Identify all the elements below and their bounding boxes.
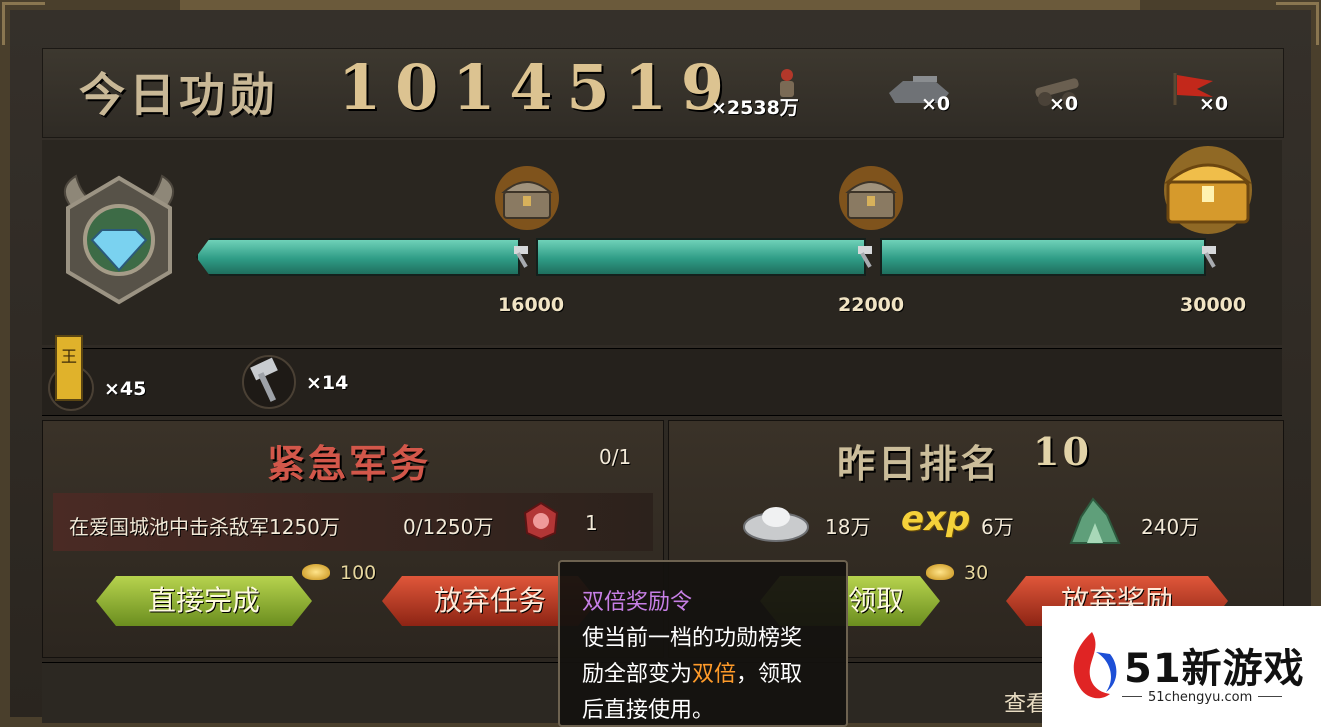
item-inventory-row bbox=[42, 348, 1282, 416]
milestone-value: 22000 bbox=[838, 294, 905, 316]
watermark-brand: 51新游戏 bbox=[1124, 646, 1305, 692]
resource-cannons: ×0 bbox=[1029, 78, 1119, 119]
double-reward-tooltip: 双倍奖励令 使当前一档的功勋榜奖 励全部变为双倍，领取 后直接使用。 bbox=[558, 560, 848, 727]
king-banner-count: ×45 bbox=[104, 378, 147, 400]
site-watermark: 51新游戏 51chengyu.com bbox=[1042, 606, 1321, 727]
gold-chest-icon[interactable] bbox=[1156, 144, 1260, 234]
claim-cost: 30 bbox=[964, 562, 989, 584]
exp-reward-value: 6万 bbox=[981, 515, 1014, 539]
hammer-count: ×14 bbox=[306, 372, 349, 394]
daily-merit-title: 今日功勋 bbox=[79, 68, 279, 122]
top-tab-strip bbox=[180, 0, 1140, 10]
exp-icon: exp bbox=[901, 499, 971, 539]
frame-corner-ornament bbox=[1276, 2, 1319, 45]
urgent-mission-title: 紧急军务 bbox=[267, 442, 432, 486]
silver-ingot-icon bbox=[743, 507, 809, 542]
mission-reward-count: 1 bbox=[585, 511, 598, 535]
small-chest-icon[interactable] bbox=[836, 166, 906, 230]
double-reward-token-icon[interactable] bbox=[521, 501, 561, 541]
resource-soldiers: ×2538万 bbox=[711, 69, 831, 119]
daily-merit-value: 1014519 bbox=[338, 51, 738, 124]
gold-ingot-icon bbox=[302, 564, 330, 580]
tooltip-line-1: 使当前一档的功勋榜奖 bbox=[582, 626, 803, 651]
svg-text:王: 王 bbox=[61, 347, 77, 366]
resource-flags: ×0 bbox=[1167, 73, 1247, 119]
hammer-icon[interactable] bbox=[240, 354, 298, 410]
mission-task-text: 在爱国城池中击杀敌军1250万 bbox=[69, 515, 340, 539]
milestone-hammer-icon bbox=[1202, 246, 1216, 268]
mission-task-progress: 0/1250万 bbox=[403, 515, 494, 539]
progress-segment-2 bbox=[536, 238, 866, 276]
tooltip-title: 双倍奖励令 bbox=[582, 590, 693, 615]
king-banner-icon[interactable]: 王 bbox=[48, 334, 94, 414]
gold-ingot-icon bbox=[926, 564, 954, 580]
tooltip-line-2: 励全部变为双倍，领取 bbox=[582, 662, 803, 687]
milestone-hammer-icon bbox=[514, 246, 528, 268]
tooltip-line-3: 后直接使用。 bbox=[582, 698, 715, 723]
direct-complete-button[interactable]: 直接完成 bbox=[96, 576, 312, 626]
complete-cost: 100 bbox=[340, 562, 377, 584]
daily-merit-header: 今日功勋 1014519 ×2538万 ×0 ×0 ×0 bbox=[42, 48, 1284, 138]
urgent-mission-progress: 0/1 bbox=[599, 445, 632, 469]
milestone-value: 30000 bbox=[1180, 294, 1247, 316]
watermark-logo-icon bbox=[1073, 632, 1117, 699]
resource-tanks: ×0 bbox=[883, 76, 993, 119]
yesterday-rank-title: 昨日排名 bbox=[837, 442, 1002, 486]
watermark-url: 51chengyu.com bbox=[1142, 690, 1259, 705]
silver-reward-value: 18万 bbox=[825, 515, 871, 539]
jade-ore-icon bbox=[1069, 497, 1121, 544]
yesterday-rank-value: 10 bbox=[1033, 429, 1092, 474]
small-chest-icon[interactable] bbox=[492, 166, 562, 230]
jade-reward-value: 240万 bbox=[1141, 515, 1200, 539]
diamond-rank-badge-icon bbox=[64, 174, 174, 305]
milestone-value: 16000 bbox=[498, 294, 565, 316]
progress-segment-3 bbox=[880, 238, 1206, 276]
frame-corner-ornament bbox=[2, 2, 45, 45]
progress-segment-1 bbox=[196, 238, 520, 276]
tooltip-highlight: 双倍 bbox=[692, 662, 737, 687]
milestone-hammer-icon bbox=[858, 246, 872, 268]
